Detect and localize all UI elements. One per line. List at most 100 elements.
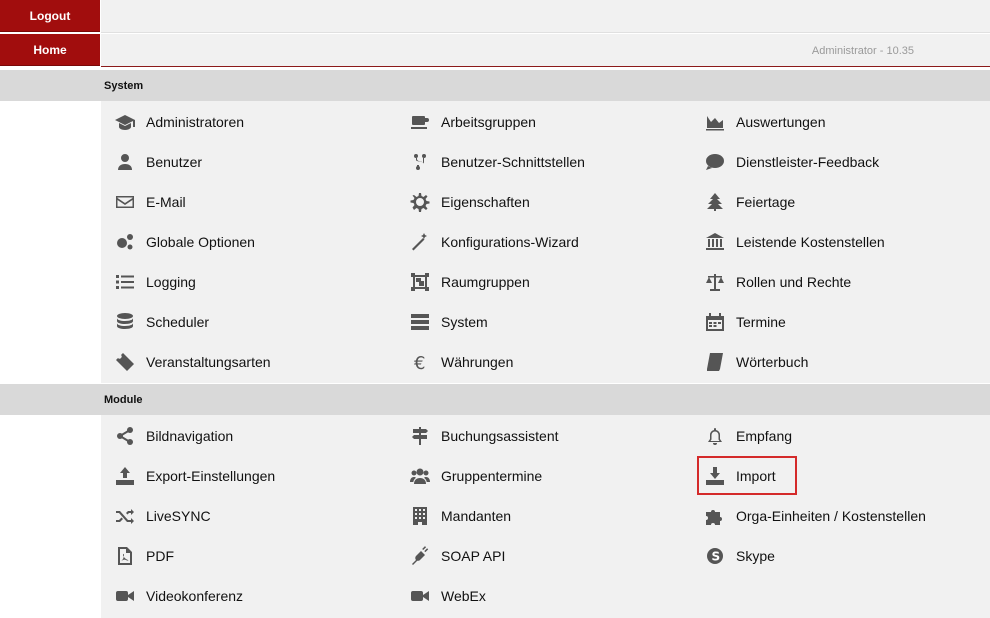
logout-button[interactable]: Logout (0, 0, 100, 32)
menu-item-mandanten[interactable]: Mandanten (397, 496, 511, 536)
object-group-icon (409, 271, 431, 293)
menu-item-feiertage[interactable]: Feiertage (692, 182, 795, 222)
menu-item-label: Videokonferenz (146, 588, 244, 604)
menu-item-label: Gruppentermine (441, 468, 543, 484)
code-fork-icon (409, 151, 431, 173)
server-icon (409, 311, 431, 333)
puzzle-icon (704, 505, 726, 527)
menu-item-label: E-Mail (146, 194, 186, 210)
menu-item-import[interactable]: Import (692, 456, 776, 496)
menu-item-eigenschaften[interactable]: Eigenschaften (397, 182, 530, 222)
menu-item-label: Benutzer-Schnittstellen (441, 154, 585, 170)
menu-item-label: Orga-Einheiten / Kostenstellen (736, 508, 926, 524)
menu-item-arbeitsgruppen[interactable]: Arbeitsgruppen (397, 102, 536, 142)
section-title-system: System (101, 70, 990, 101)
book-icon (704, 351, 726, 373)
file-pdf-icon (114, 545, 136, 567)
menu-item-termine[interactable]: Termine (692, 302, 786, 342)
menu-item-dienstleister-feedback[interactable]: Dienstleister-Feedback (692, 142, 879, 182)
section-left-spacer (0, 70, 101, 101)
menu-item-buchungsassistent[interactable]: Buchungsassistent (397, 416, 559, 456)
menu-item-label: Globale Optionen (146, 234, 255, 250)
menu-item-leistende-kostenstellen[interactable]: Leistende Kostenstellen (692, 222, 885, 262)
share-nodes-icon (114, 425, 136, 447)
menu-item-label: SOAP API (441, 548, 506, 564)
menu-item-gruppentermine[interactable]: Gruppentermine (397, 456, 542, 496)
menu-item-bildnavigation[interactable]: Bildnavigation (102, 416, 233, 456)
menu-item-label: Auswertungen (736, 114, 826, 130)
user-icon (114, 151, 136, 173)
menu-item-label: Konfigurations-Wizard (441, 234, 579, 250)
menu-item-label: Feiertage (736, 194, 796, 210)
shuffle-icon (114, 505, 136, 527)
menu-item-woerterbuch[interactable]: Wörterbuch (692, 342, 808, 382)
menu-item-administratoren[interactable]: Administratoren (102, 102, 244, 142)
menu-item-livesync[interactable]: LiveSYNC (102, 496, 211, 536)
menu-item-label: Logging (146, 274, 196, 290)
svg-text:€: € (414, 353, 425, 372)
menu-item-label: Mandanten (441, 508, 512, 524)
menu-item-label: Import (736, 468, 776, 484)
menu-item-label: PDF (146, 548, 174, 564)
menu-item-label: Arbeitsgruppen (441, 114, 536, 130)
section-title-module: Module (101, 384, 990, 415)
menu-item-soap-api[interactable]: SOAP API (397, 536, 505, 576)
envelope-icon (114, 191, 136, 213)
area-chart-icon (704, 111, 726, 133)
gears-icon (114, 231, 136, 253)
menu-item-konfigurations-wizard[interactable]: Konfigurations-Wizard (397, 222, 579, 262)
menu-item-label: Dienstleister-Feedback (736, 154, 880, 170)
svg-text:S: S (712, 550, 721, 564)
menu-item-auswertungen[interactable]: Auswertungen (692, 102, 826, 142)
upload-icon (114, 465, 136, 487)
menu-item-label: Scheduler (146, 314, 210, 330)
plug-icon (409, 545, 431, 567)
tree-icon (704, 191, 726, 213)
menu-item-orga-einheiten-kostenstellen[interactable]: Orga-Einheiten / Kostenstellen (692, 496, 926, 536)
menu-item-label: Raumgruppen (441, 274, 530, 290)
menu-item-waehrungen[interactable]: € Währungen (397, 342, 513, 382)
menu-item-label: LiveSYNC (146, 508, 211, 524)
menu-item-system[interactable]: System (397, 302, 488, 342)
menu-item-videokonferenz[interactable]: Videokonferenz (102, 576, 243, 616)
calendar-icon (704, 311, 726, 333)
menu-item-webex[interactable]: WebEx (397, 576, 486, 616)
menu-item-label: Leistende Kostenstellen (736, 234, 885, 250)
menu-item-label: Buchungsassistent (441, 428, 559, 444)
menu-item-label: Export-Einstellungen (146, 468, 276, 484)
database-icon (114, 311, 136, 333)
menu-item-benutzer-schnittstellen[interactable]: Benutzer-Schnittstellen (397, 142, 585, 182)
menu-item-export-einstellungen[interactable]: Export-Einstellungen (102, 456, 275, 496)
menu-item-label: Veranstaltungsarten (146, 354, 271, 370)
menu-item-skype[interactable]: S Skype (692, 536, 775, 576)
menu-item-scheduler[interactable]: Scheduler (102, 302, 209, 342)
list-icon (114, 271, 136, 293)
menu-item-empfang[interactable]: Empfang (692, 416, 792, 456)
menu-item-rollen-und-rechte[interactable]: Rollen und Rechte (692, 262, 851, 302)
gear-icon (409, 191, 431, 213)
menu-item-label: WebEx (441, 588, 486, 604)
balance-scale-icon (704, 271, 726, 293)
menu-item-label: Empfang (736, 428, 793, 444)
admin-info: Administrator - 10.35 (811, 45, 914, 57)
menu-item-label: Administratoren (146, 114, 245, 130)
menu-item-e-mail[interactable]: E-Mail (102, 182, 186, 222)
menu-item-label: Bildnavigation (146, 428, 234, 444)
menu-item-label: System (441, 314, 488, 330)
comment-dots-icon (704, 151, 726, 173)
home-button[interactable]: Home (0, 34, 100, 66)
bank-icon (704, 231, 726, 253)
menu-item-globale-optionen[interactable]: Globale Optionen (102, 222, 255, 262)
menu-item-label: Währungen (441, 354, 514, 370)
menu-item-veranstaltungsarten[interactable]: Veranstaltungsarten (102, 342, 271, 382)
menu-item-benutzer[interactable]: Benutzer (102, 142, 202, 182)
menu-item-label: Termine (736, 314, 786, 330)
menu-item-logging[interactable]: Logging (102, 262, 196, 302)
bell-icon (704, 425, 726, 447)
menu-item-raumgruppen[interactable]: Raumgruppen (397, 262, 530, 302)
menu-item-label: Rollen und Rechte (736, 274, 852, 290)
menu-item-pdf[interactable]: PDF (102, 536, 174, 576)
menu-item-label: Benutzer (146, 154, 203, 170)
building-icon (409, 505, 431, 527)
menu-item-label: Skype (736, 548, 775, 564)
